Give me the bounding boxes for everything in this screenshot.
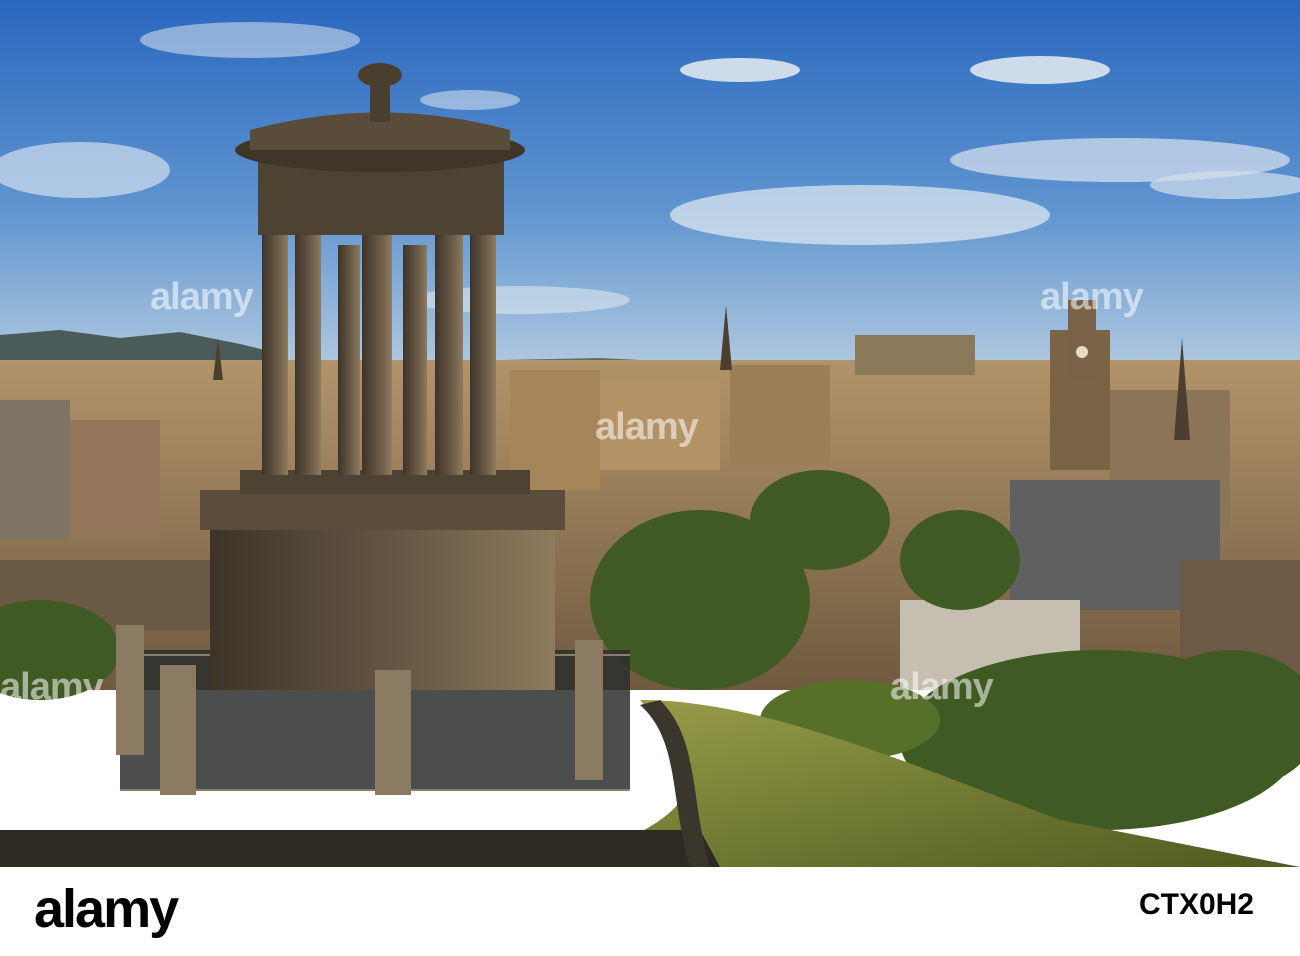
footer-bar — [0, 867, 1300, 956]
photo: alamy alamy alamy alamy alamy — [0, 0, 1300, 867]
image-id: CTX0H2 — [1138, 888, 1254, 921]
alamy-logo: alamy — [34, 879, 179, 939]
path — [0, 830, 720, 867]
sky — [0, 0, 1300, 380]
clock-tower — [1068, 300, 1096, 380]
